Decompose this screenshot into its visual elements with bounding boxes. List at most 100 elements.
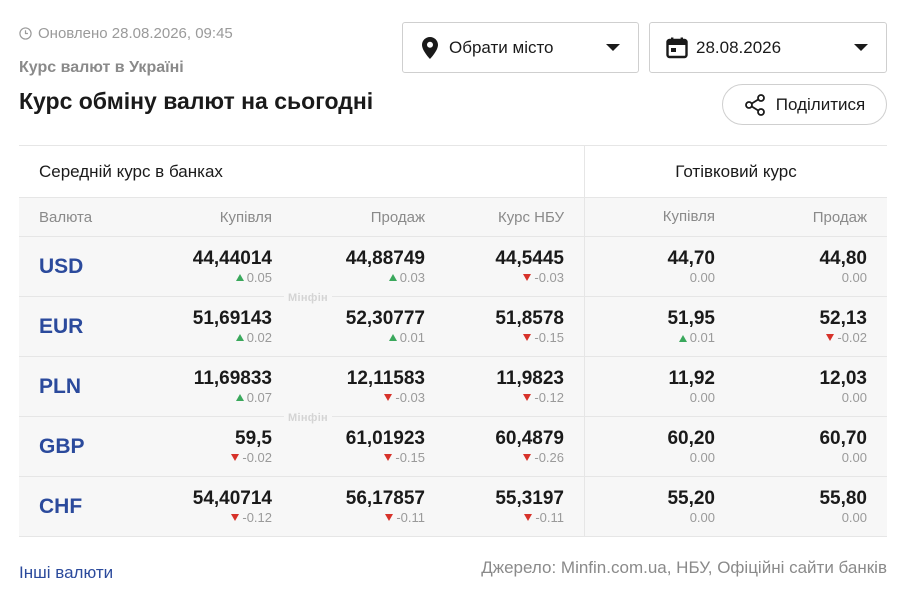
buy-value: 51,69143: [192, 307, 272, 329]
cash-buy-change: 0.00: [690, 270, 715, 286]
column-header-currency: Валюта: [39, 208, 93, 226]
triangle-up-icon: [235, 334, 244, 341]
sell-value: 56,17857: [345, 487, 425, 509]
triangle-down-icon: [523, 394, 532, 401]
currency-code-link[interactable]: PLN: [19, 357, 137, 416]
nbu-change-value: -0.03: [534, 269, 564, 285]
share-button[interactable]: Поділитися: [722, 84, 887, 125]
triangle-down-icon: [384, 394, 393, 401]
triangle-down-icon: [231, 454, 240, 461]
triangle-up-icon: [388, 334, 397, 341]
currency-code-link[interactable]: GBP: [19, 417, 137, 476]
triangle-up-icon: [678, 334, 687, 342]
sell-value: 52,30777: [345, 307, 425, 329]
date-select[interactable]: 28.08.2026: [649, 22, 887, 73]
sell-cell: 44,88749 0.03: [272, 237, 425, 296]
city-select[interactable]: Обрати місто: [402, 22, 639, 73]
cash-sell-change: -0.02: [826, 330, 867, 346]
buy-change: -0.12: [231, 510, 272, 526]
cash-buy-change: 0.00: [690, 450, 715, 466]
other-currencies-link[interactable]: Інші валюти: [19, 563, 113, 583]
table-row: EUR 51,69143 0.02 52,30777 0.01 51,8578 -0.15 5…: [19, 297, 887, 357]
cash-sell-cell: 55,80 0.00: [735, 477, 887, 536]
updated-text: Оновлено 28.08.2026, 09:45: [38, 25, 233, 42]
triangle-up-icon: [235, 394, 244, 401]
cash-sell-value: 52,13: [819, 307, 867, 329]
cash-buy-change: 0.00: [690, 390, 715, 406]
currency-code-link[interactable]: EUR: [19, 297, 137, 356]
currency-code-link[interactable]: USD: [19, 237, 137, 296]
city-select-label: Обрати місто: [449, 37, 554, 57]
cash-buy-cell: 11,92 0.00: [584, 357, 735, 417]
sell-change: 0.03: [388, 270, 425, 286]
nbu-change-value: -0.12: [534, 389, 564, 405]
table-row: PLN 11,69833 0.07 12,11583 -0.03 11,9823 -0.12…: [19, 357, 887, 424]
buy-change-value: -0.12: [242, 509, 272, 525]
nbu-cell: 55,3197 -0.11: [425, 477, 584, 536]
sell-change: -0.11: [385, 510, 425, 526]
rates-table: Середній курс в банках Готівковий курс В…: [19, 145, 887, 537]
nbu-change-value: -0.15: [534, 329, 564, 345]
caret-down-icon: [606, 44, 620, 51]
cash-buy-value: 44,70: [667, 248, 715, 269]
page-title: Курс обміну валют на сьогодні: [19, 88, 374, 114]
sell-change: -0.03: [384, 390, 425, 406]
currency-code-link[interactable]: CHF: [19, 477, 137, 536]
cash-buy-change-value: 0.00: [689, 450, 715, 465]
buy-change-value: 0.05: [246, 269, 272, 285]
cash-sell-change: 0.00: [842, 450, 867, 466]
nbu-value: 44,5445: [495, 247, 564, 269]
triangle-down-icon: [524, 514, 533, 521]
calendar-icon: [666, 36, 688, 60]
buy-cell: 11,69833 0.07: [137, 357, 272, 416]
cash-sell-change-value: 0.00: [841, 389, 867, 405]
table-group-header: Середній курс в банках Готівковий курс: [19, 145, 887, 197]
triangle-down-icon: [523, 454, 532, 461]
sell-cell: 52,30777 0.01: [272, 297, 425, 356]
cash-buy-cell: 44,70 0.00: [584, 237, 735, 297]
sell-value: 61,01923: [345, 427, 425, 449]
nbu-change: -0.11: [524, 510, 564, 526]
nbu-change: -0.26: [523, 450, 564, 466]
nbu-change: -0.15: [523, 330, 564, 346]
buy-value: 59,5: [235, 427, 272, 449]
cash-buy-value: 60,20: [667, 428, 715, 449]
cash-buy-cell: 51,95 0.01: [584, 297, 735, 357]
buy-change: 0.05: [235, 269, 272, 286]
nbu-value: 55,3197: [495, 487, 564, 509]
triangle-down-icon: [384, 454, 393, 461]
triangle-down-icon: [523, 274, 532, 281]
group-bank-average: Середній курс в банках: [39, 161, 223, 181]
buy-change-value: 0.02: [246, 329, 272, 345]
nbu-cell: 60,4879 -0.26: [425, 417, 584, 476]
sell-change-value: -0.03: [395, 389, 425, 405]
table-row: GBP 59,5 -0.02 61,01923 -0.15 60,4879 -0.26 60,…: [19, 417, 887, 477]
cash-buy-change-value: 0.01: [689, 330, 715, 345]
cash-sell-change-value: -0.02: [837, 329, 867, 345]
table-column-header: Валюта Купівля Продаж Курс НБУ Купівля П…: [19, 197, 887, 237]
nbu-cell: 44,5445 -0.03: [425, 237, 584, 296]
sell-cell: 61,01923 -0.15: [272, 417, 425, 476]
cash-sell-cell: 12,03 0.00: [735, 357, 887, 416]
sell-change-value: 0.01: [399, 329, 425, 345]
watermark-label: Мінфін: [284, 412, 332, 424]
buy-value: 11,69833: [193, 367, 272, 389]
buy-cell: 44,44014 0.05: [137, 237, 272, 296]
cash-sell-change-value: 0.00: [841, 509, 867, 525]
nbu-value: 11,9823: [496, 367, 564, 389]
page-subtitle: Курс валют в Україні: [19, 59, 184, 76]
sell-cell: 12,11583 -0.03: [272, 357, 425, 416]
sell-change: 0.01: [388, 329, 425, 346]
buy-value: 44,44014: [192, 247, 272, 269]
location-pin-icon: [419, 36, 441, 60]
cash-buy-change-value: 0.00: [689, 270, 715, 285]
cash-sell-cell: 44,80 0.00: [735, 237, 887, 296]
cash-sell-value: 12,03: [819, 367, 867, 389]
cash-sell-change-value: 0.00: [841, 449, 867, 465]
cash-sell-change: 0.00: [842, 390, 867, 406]
table-row: CHF 54,40714 -0.12 56,17857 -0.11 55,3197 -0.1…: [19, 477, 887, 537]
cash-buy-value: 55,20: [667, 488, 715, 509]
share-icon: [744, 93, 765, 116]
triangle-up-icon: [235, 274, 244, 281]
column-header-cash-sell: Продаж: [812, 208, 867, 226]
